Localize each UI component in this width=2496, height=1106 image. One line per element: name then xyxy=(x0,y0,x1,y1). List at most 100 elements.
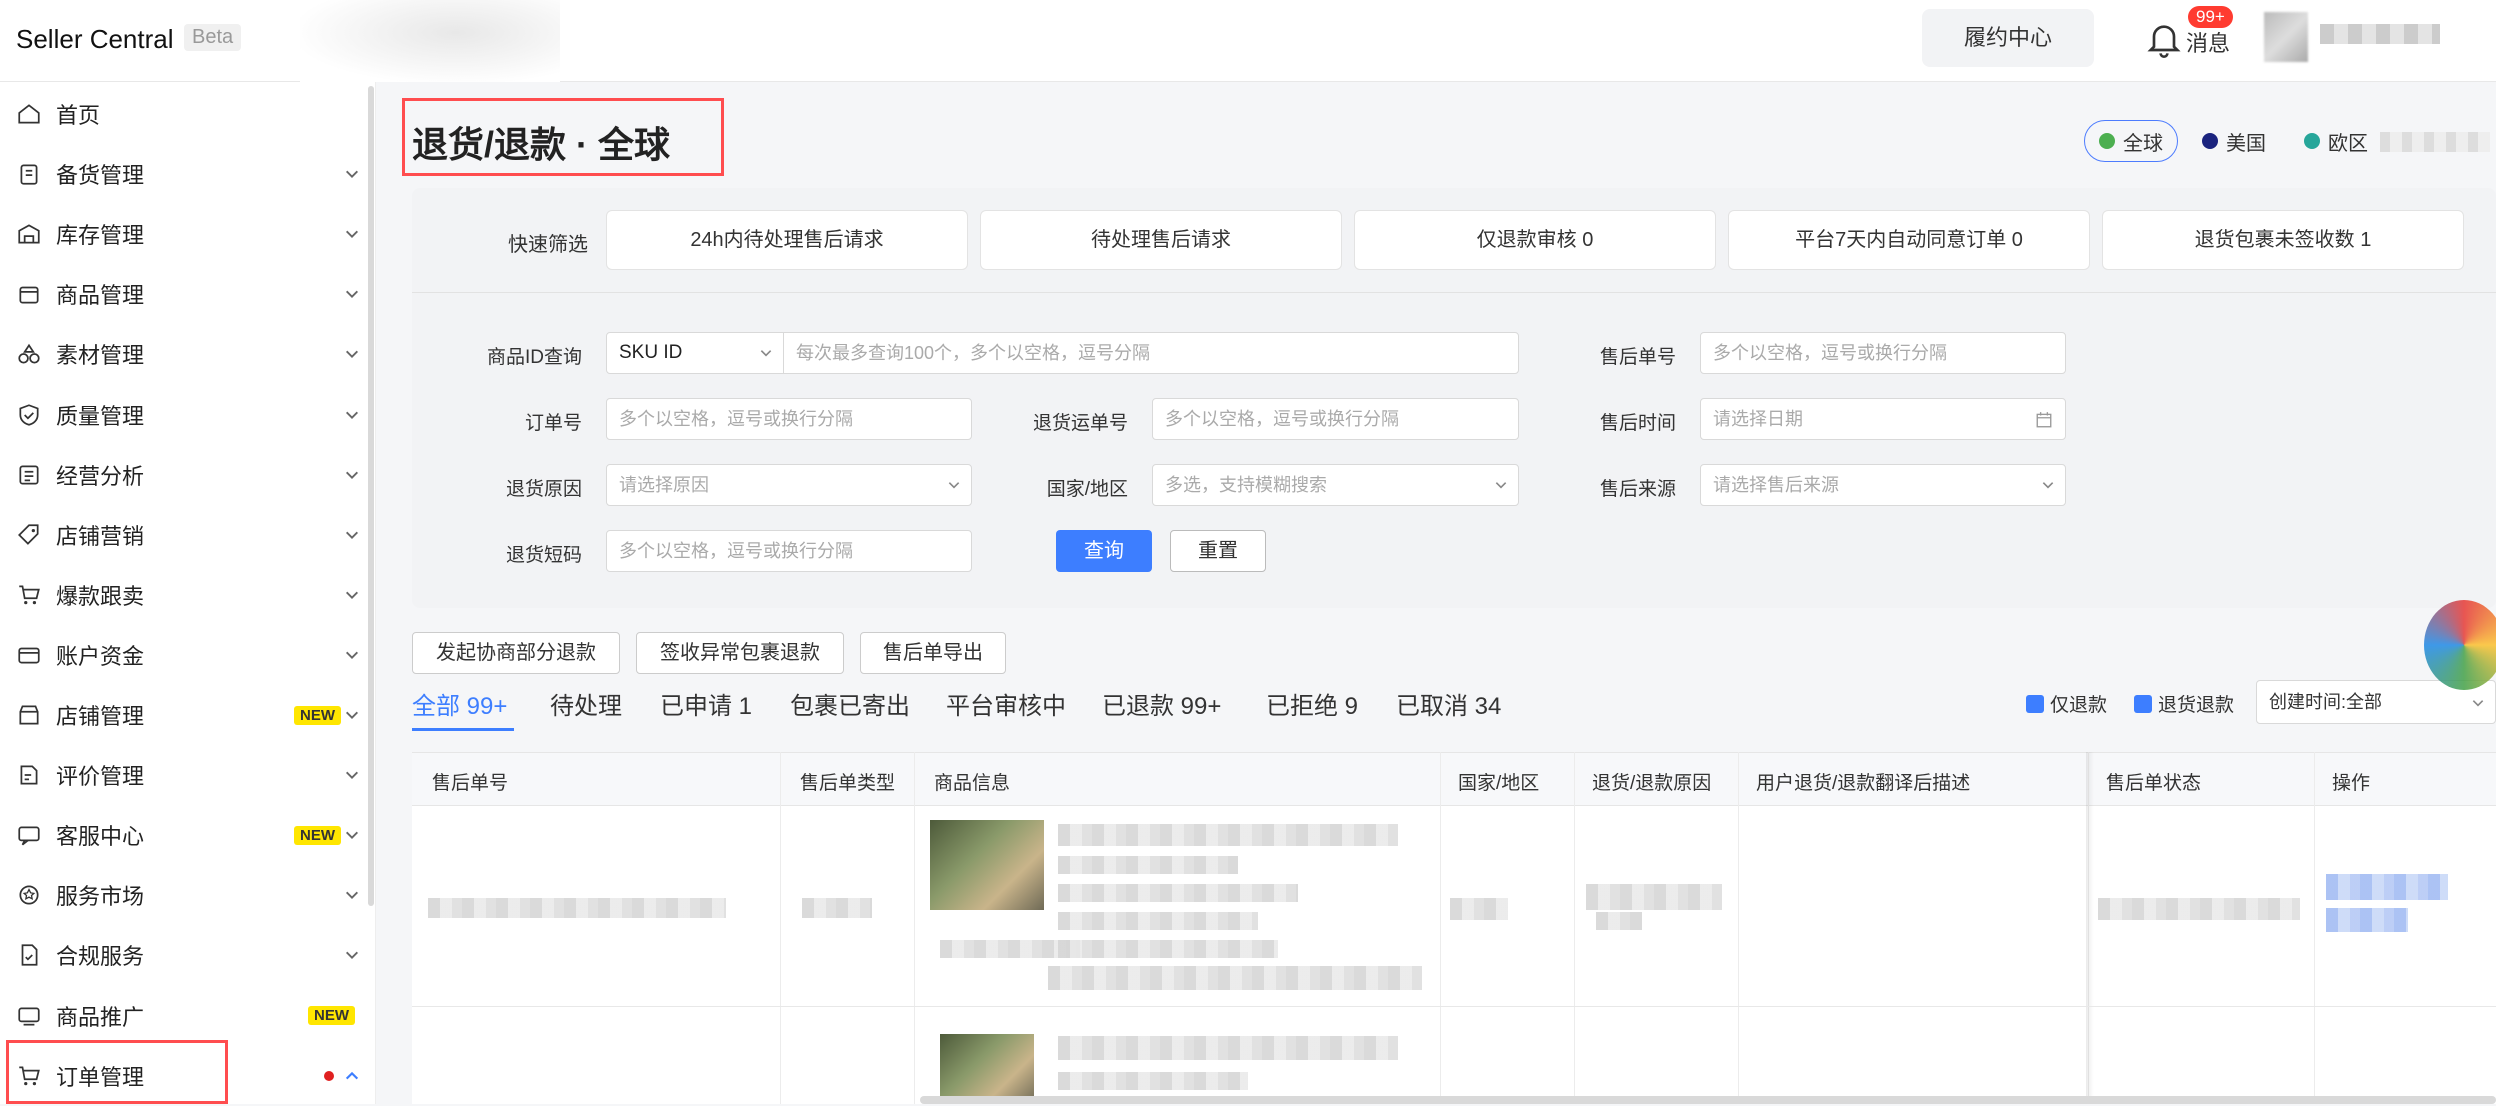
review-icon xyxy=(20,765,38,785)
abnormal-package-refund-button[interactable]: 签收异常包裹退款 xyxy=(636,632,844,674)
redacted-product-line xyxy=(1058,940,1278,958)
source-select[interactable]: 请选择售后来源 xyxy=(1700,464,2066,506)
query-button[interactable]: 查询 xyxy=(1056,530,1152,572)
country-label: 国家/地区 xyxy=(1046,479,1128,500)
return-tracking-input[interactable]: 多个以空格，逗号或换行分隔 xyxy=(1152,398,1519,440)
sidebar-item[interactable]: 素材管理 xyxy=(0,324,368,384)
calendar-icon xyxy=(2036,412,2052,428)
sidebar-item-label: 爆款跟卖 xyxy=(56,583,145,609)
return-refund-label: 退货退款 xyxy=(2158,695,2235,716)
redacted-product-title xyxy=(1058,824,1398,846)
tab-platform-review[interactable]: 平台审核中 xyxy=(946,686,1066,721)
account-name-redacted[interactable] xyxy=(2320,24,2440,44)
sidebar-item[interactable]: 商品管理 xyxy=(0,264,368,324)
checkbox-checked-icon xyxy=(2026,694,2044,713)
bell-icon[interactable] xyxy=(2144,20,2184,60)
return-reason-placeholder: 请选择原因 xyxy=(619,475,709,495)
product-thumbnail[interactable] xyxy=(940,1034,1034,1104)
chevron-down-icon xyxy=(2472,700,2484,707)
sku-id-input[interactable]: 每次最多查询100个，多个以空格，逗号分隔 xyxy=(783,332,1519,374)
return-code-input[interactable]: 多个以空格，逗号或换行分隔 xyxy=(606,530,972,572)
return-reason-select[interactable]: 请选择原因 xyxy=(606,464,972,506)
region-label: 全球 xyxy=(2123,132,2163,155)
sidebar-item[interactable]: 服务市场 xyxy=(0,865,368,925)
horizontal-scrollbar[interactable] xyxy=(920,1096,2496,1104)
tab-all[interactable]: 全部 99+ xyxy=(412,686,507,721)
country-select[interactable]: 多选，支持模糊搜索 xyxy=(1152,464,1519,506)
sidebar-scrollbar[interactable] xyxy=(368,86,374,906)
sidebar-item[interactable]: 首页 xyxy=(0,84,368,144)
partial-refund-button[interactable]: 发起协商部分退款 xyxy=(412,632,620,674)
sidebar-item[interactable]: 质量管理 xyxy=(0,385,368,445)
aftersale-no-input[interactable]: 多个以空格，逗号或换行分隔 xyxy=(1700,332,2066,374)
panel-divider xyxy=(412,292,2496,293)
sidebar-item-label: 评价管理 xyxy=(56,764,145,790)
quick-filter-refund-only-review[interactable]: 仅退款审核 0 xyxy=(1354,210,1716,270)
export-button[interactable]: 售后单导出 xyxy=(860,632,1006,674)
region-us[interactable]: 美国 xyxy=(2188,120,2280,162)
shapes-icon xyxy=(18,344,40,364)
redacted-country xyxy=(1450,898,1508,920)
region-global[interactable]: 全球 xyxy=(2084,120,2178,162)
wallet-icon xyxy=(18,647,40,664)
sidebar-item[interactable]: 账户资金 xyxy=(0,625,368,685)
quick-filter-unsigned-packages[interactable]: 退货包裹未签收数 1 xyxy=(2102,210,2464,270)
region-label: 欧区 xyxy=(2328,132,2368,155)
tag-icon xyxy=(18,524,39,545)
region-switch: 全球 美国 欧区 xyxy=(2084,120,2382,162)
refund-only-label: 仅退款 xyxy=(2050,695,2108,716)
aftersale-no-label: 售后单号 xyxy=(1599,347,1676,368)
col-country: 国家/地区 xyxy=(1458,773,1540,794)
sidebar-item[interactable]: 经营分析 xyxy=(0,445,368,505)
row-divider xyxy=(412,1006,2496,1007)
tab-pending[interactable]: 待处理 xyxy=(550,686,622,721)
redacted-action-link[interactable] xyxy=(2326,908,2408,932)
tab-refunded[interactable]: 已退款 99+ xyxy=(1102,686,1221,721)
sidebar-item-label: 素材管理 xyxy=(56,343,145,369)
source-label: 售后来源 xyxy=(1599,479,1676,500)
sidebar-item[interactable]: 客服中心 NEW xyxy=(0,805,368,865)
sku-type-select[interactable]: SKU ID xyxy=(606,332,784,374)
sidebar-item[interactable]: 评价管理 xyxy=(0,745,368,805)
tab-package-sent[interactable]: 包裹已寄出 xyxy=(790,686,910,721)
col-product-info: 商品信息 xyxy=(934,773,1011,794)
box-icon xyxy=(19,286,39,304)
sidebar-item-label: 服务市场 xyxy=(56,884,145,910)
aftersale-time-picker[interactable]: 请选择日期 xyxy=(1700,398,2066,440)
quick-filter-auto-agree[interactable]: 平台7天内自动同意订单 0 xyxy=(1728,210,2090,270)
sidebar-item[interactable]: 合规服务 xyxy=(0,925,368,985)
unread-dot xyxy=(324,1070,334,1081)
sidebar-item[interactable]: 店铺管理 NEW xyxy=(0,685,368,745)
product-thumbnail[interactable] xyxy=(930,820,1044,910)
col-reason: 退货/退款原因 xyxy=(1592,773,1712,794)
reset-button[interactable]: 重置 xyxy=(1170,530,1266,572)
column-divider xyxy=(1738,752,1739,1104)
sidebar-item[interactable]: 店铺营销 xyxy=(0,505,368,565)
sidebar-item-label: 备货管理 xyxy=(56,163,145,189)
fulfillment-center-button[interactable]: 履约中心 xyxy=(1922,9,2094,67)
brand-name[interactable]: Seller Central xyxy=(16,24,174,55)
aftersale-time-placeholder: 请选择日期 xyxy=(1713,409,1803,429)
col-description: 用户退货/退款翻译后描述 xyxy=(1756,773,1971,794)
sidebar-item[interactable]: 商品推广 NEW xyxy=(0,986,368,1046)
quick-filter-pending[interactable]: 待处理售后请求 xyxy=(980,210,1342,270)
sidebar-item[interactable]: 库存管理 xyxy=(0,204,368,264)
sidebar-item[interactable]: 备货管理 xyxy=(0,144,368,204)
return-refund-checkbox[interactable]: 退货退款 xyxy=(2134,690,2234,717)
notifications-label[interactable]: 消息 xyxy=(2186,26,2230,58)
tab-applied[interactable]: 已申请 1 xyxy=(660,686,752,721)
sidebar-item-label: 库存管理 xyxy=(56,223,145,249)
avatar[interactable] xyxy=(2264,12,2308,62)
order-no-input[interactable]: 多个以空格，逗号或换行分隔 xyxy=(606,398,972,440)
refund-only-checkbox[interactable]: 仅退款 xyxy=(2026,690,2107,717)
redacted-action-link[interactable] xyxy=(2326,874,2448,900)
new-badge: NEW xyxy=(294,705,341,725)
floating-assistant-icon[interactable] xyxy=(2424,600,2496,690)
quick-filter-24h[interactable]: 24h内待处理售后请求 xyxy=(606,210,968,270)
tab-rejected[interactable]: 已拒绝 9 xyxy=(1266,686,1358,721)
region-eu[interactable]: 欧区 xyxy=(2290,120,2382,162)
country-placeholder: 多选，支持模糊搜索 xyxy=(1165,475,1327,495)
sidebar-item[interactable]: 爆款跟卖 xyxy=(0,565,368,625)
tab-cancelled[interactable]: 已取消 34 xyxy=(1396,686,1501,721)
chevron-down-icon xyxy=(346,531,358,539)
